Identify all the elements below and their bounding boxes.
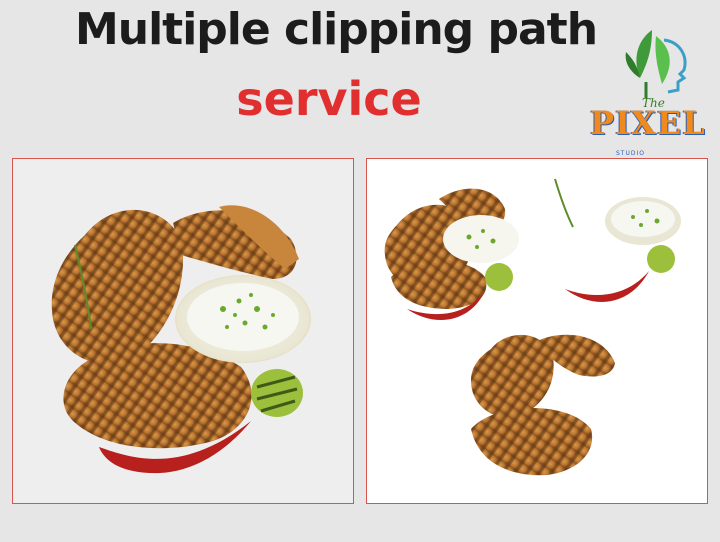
original-food-photo <box>51 205 311 474</box>
before-image-panel <box>12 158 354 504</box>
brand-logo: The PIXEL STUDIO <box>580 26 718 158</box>
page-subtitle: service <box>236 72 422 126</box>
leaf-face-icon <box>625 30 687 98</box>
page-title: Multiple clipping path <box>74 4 598 55</box>
clipped-food-pieces <box>384 178 681 476</box>
logo-tagline: STUDIO <box>616 150 645 157</box>
after-image-panel <box>366 158 708 504</box>
clipped-group-bottom <box>471 334 615 476</box>
clipped-group-top-left <box>384 188 519 321</box>
logo-wordmark: PIXEL <box>590 104 706 142</box>
clipped-group-top-right <box>554 178 681 302</box>
